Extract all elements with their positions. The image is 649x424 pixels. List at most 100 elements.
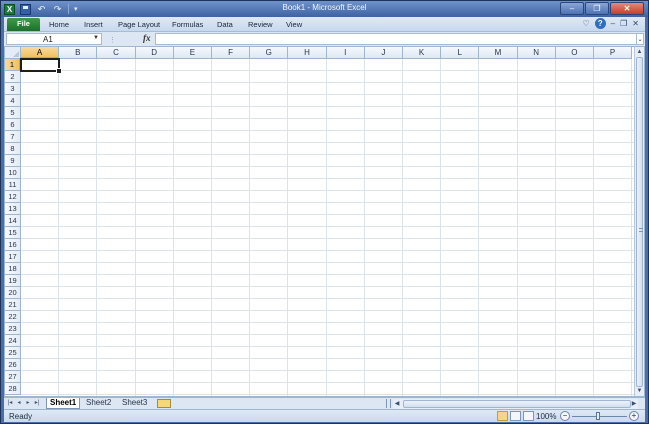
column-header[interactable]: F xyxy=(212,47,251,59)
row-header[interactable]: 3 xyxy=(5,83,21,95)
formula-bar: A1 ▼ ⋮ fx ⌄ xyxy=(4,31,645,46)
row-header[interactable]: 13 xyxy=(5,203,21,215)
column-header[interactable]: N xyxy=(517,47,556,59)
scroll-left-icon[interactable]: ◀ xyxy=(393,399,401,409)
row-header[interactable]: 15 xyxy=(5,227,21,239)
row-header[interactable]: 5 xyxy=(5,107,21,119)
scroll-down-icon[interactable]: ▼ xyxy=(636,387,643,395)
window-controls: – ❐ ✕ xyxy=(560,2,644,15)
row-header[interactable]: 20 xyxy=(5,287,21,299)
column-header[interactable]: C xyxy=(97,47,136,59)
column-header[interactable]: E xyxy=(173,47,212,59)
chevron-down-icon[interactable]: ▼ xyxy=(93,35,99,41)
row-header[interactable]: 1 xyxy=(5,59,21,71)
column-header[interactable]: K xyxy=(403,47,442,59)
last-sheet-icon[interactable]: ▸| xyxy=(34,399,40,406)
row-header[interactable]: 26 xyxy=(5,359,21,371)
minimize-button[interactable]: – xyxy=(560,2,584,15)
tab-file[interactable]: File xyxy=(7,18,40,31)
excel-window: X ↶ ↷ ▾ Book1 - Microsoft Excel – ❐ ✕ Fi… xyxy=(0,0,649,424)
normal-view-icon[interactable] xyxy=(497,411,508,421)
restore-button[interactable]: ❐ xyxy=(585,2,609,15)
row-header[interactable]: 10 xyxy=(5,167,21,179)
insert-sheet-icon[interactable] xyxy=(157,399,171,408)
zoom-out-button[interactable]: − xyxy=(560,411,570,421)
column-header[interactable]: H xyxy=(288,47,327,59)
workbook-minimize-icon[interactable]: – xyxy=(611,19,615,28)
row-header[interactable]: 4 xyxy=(5,95,21,107)
row-header[interactable]: 23 xyxy=(5,323,21,335)
status-text: Ready xyxy=(9,412,33,421)
row-header[interactable]: 24 xyxy=(5,335,21,347)
column-header[interactable]: D xyxy=(135,47,174,59)
first-sheet-icon[interactable]: |◂ xyxy=(7,399,13,406)
scroll-right-icon[interactable]: ▶ xyxy=(630,399,638,409)
row-header[interactable]: 7 xyxy=(5,131,21,143)
formula-input[interactable] xyxy=(155,33,639,45)
vertical-scrollbar[interactable]: ▲ ▼ xyxy=(634,47,644,396)
tab-view[interactable]: View xyxy=(286,19,302,31)
row-header[interactable]: 11 xyxy=(5,179,21,191)
column-header[interactable]: G xyxy=(250,47,289,59)
insert-function-button[interactable]: fx xyxy=(143,33,151,43)
column-header[interactable]: P xyxy=(594,47,633,59)
row-header[interactable]: 27 xyxy=(5,371,21,383)
close-button[interactable]: ✕ xyxy=(610,2,644,15)
row-header[interactable]: 9 xyxy=(5,155,21,167)
scroll-up-icon[interactable]: ▲ xyxy=(636,48,643,56)
tab-formulas[interactable]: Formulas xyxy=(172,19,203,31)
workbook-restore-icon[interactable]: ❐ xyxy=(620,19,627,28)
title-bar: X ↶ ↷ ▾ Book1 - Microsoft Excel – ❐ ✕ xyxy=(1,1,648,17)
vertical-scroll-thumb[interactable] xyxy=(636,57,643,387)
tab-home[interactable]: Home xyxy=(49,19,69,31)
row-header[interactable]: 2 xyxy=(5,71,21,83)
zoom-slider-thumb[interactable] xyxy=(596,412,600,420)
zoom-in-button[interactable]: + xyxy=(629,411,639,421)
expand-formula-bar-icon[interactable]: ⌄ xyxy=(636,33,644,45)
column-header[interactable]: L xyxy=(441,47,480,59)
sheet-tab-sheet1[interactable]: Sheet1 xyxy=(46,398,81,409)
tab-page-layout[interactable]: Page Layout xyxy=(118,19,160,31)
column-header[interactable]: B xyxy=(59,47,98,59)
select-all-button[interactable] xyxy=(5,47,21,59)
tab-data[interactable]: Data xyxy=(217,19,233,31)
row-header[interactable]: 16 xyxy=(5,239,21,251)
sheet-tab-sheet3[interactable]: Sheet3 xyxy=(119,398,150,409)
page-break-view-icon[interactable] xyxy=(523,411,534,421)
column-header[interactable]: M xyxy=(479,47,518,59)
sheet-tab-bar: |◂ ◂ ▸ ▸| Sheet1 Sheet2 Sheet3 ◀ ▶ xyxy=(4,397,645,409)
ribbon-tabs: File Home Insert Page Layout Formulas Da… xyxy=(4,17,645,31)
row-header[interactable]: 8 xyxy=(5,143,21,155)
status-bar: Ready 100% − + xyxy=(4,409,645,422)
zoom-level[interactable]: 100% xyxy=(536,412,556,421)
row-header[interactable]: 18 xyxy=(5,263,21,275)
prev-sheet-icon[interactable]: ◂ xyxy=(16,399,22,406)
row-header[interactable]: 21 xyxy=(5,299,21,311)
horizontal-scroll-thumb[interactable] xyxy=(403,400,631,408)
row-header[interactable]: 12 xyxy=(5,191,21,203)
row-header[interactable]: 17 xyxy=(5,251,21,263)
row-header[interactable]: 19 xyxy=(5,275,21,287)
row-header[interactable]: 28 xyxy=(5,383,21,395)
worksheet-grid[interactable]: ABCDEFGHIJKLMNOP 1 2 3 4 5 6 7 8 9 10 11 12 13 14 15 16… xyxy=(4,46,645,397)
horizontal-scrollbar[interactable]: ◀ ▶ xyxy=(393,399,638,409)
help-icon[interactable]: ? xyxy=(594,18,606,29)
workbook-close-icon[interactable]: ✕ xyxy=(632,19,639,28)
tab-review[interactable]: Review xyxy=(248,19,273,31)
active-cell[interactable] xyxy=(20,58,63,74)
row-header[interactable]: 6 xyxy=(5,119,21,131)
sheet-tab-sheet2[interactable]: Sheet2 xyxy=(83,398,114,409)
tab-split-handle[interactable] xyxy=(386,399,391,408)
tab-insert[interactable]: Insert xyxy=(84,19,103,31)
row-header[interactable]: 14 xyxy=(5,215,21,227)
column-header[interactable]: O xyxy=(555,47,594,59)
formula-buttons: ⋮ fx xyxy=(104,33,154,45)
name-box[interactable]: A1 ▼ xyxy=(6,33,102,45)
next-sheet-icon[interactable]: ▸ xyxy=(25,399,31,406)
column-header[interactable]: I xyxy=(326,47,365,59)
row-header[interactable]: 25 xyxy=(5,347,21,359)
column-header[interactable]: J xyxy=(364,47,403,59)
minimize-ribbon-icon[interactable]: ♡ xyxy=(583,19,590,28)
page-layout-view-icon[interactable] xyxy=(510,411,521,421)
row-header[interactable]: 22 xyxy=(5,311,21,323)
